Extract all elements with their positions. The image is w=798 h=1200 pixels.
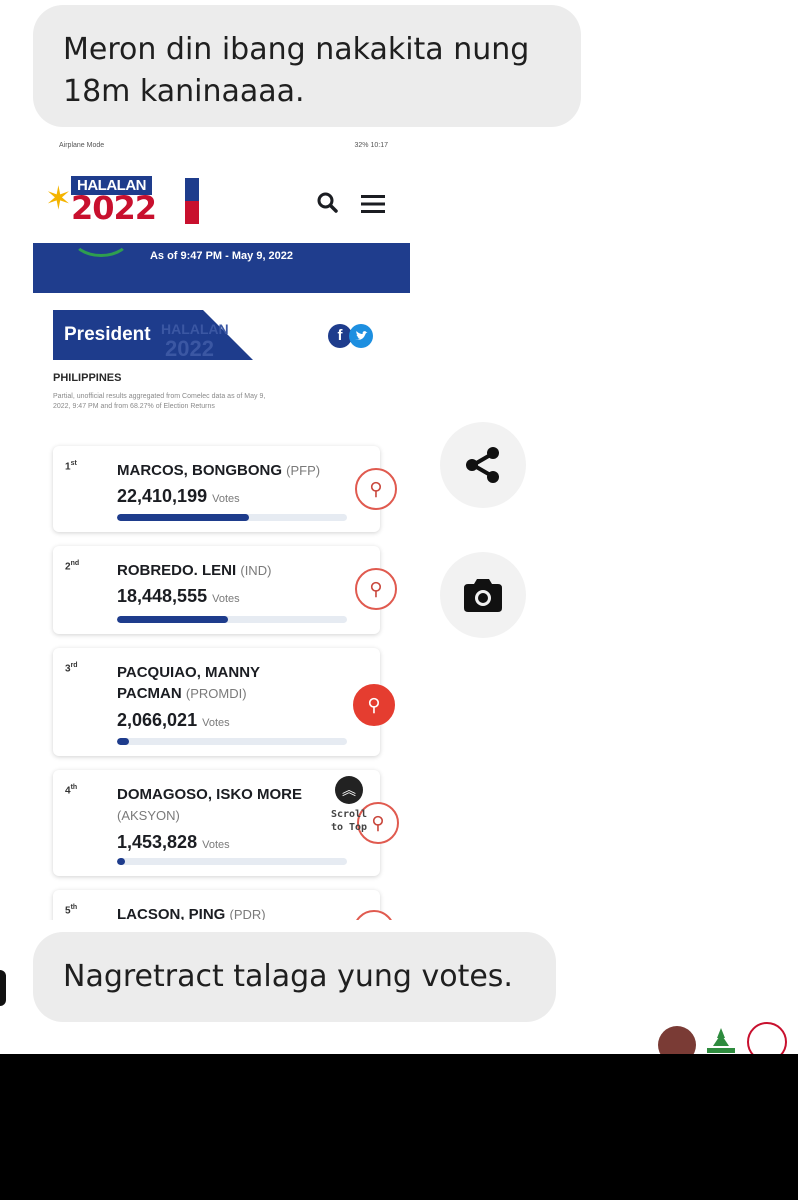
status-left: Airplane Mode <box>59 142 105 149</box>
watermark-year: 2022 <box>165 336 214 360</box>
candidate-card[interactable]: 3rd PACQUIAO, MANNY PACMAN (PROMDI) 2,066… <box>53 648 395 756</box>
double-chevron-up-icon: ︽ <box>335 776 363 804</box>
candidate-name: LACSON, PING (PDR) <box>117 904 357 920</box>
halalan-logo[interactable]: ✶ HALALAN 2022 <box>45 172 215 232</box>
embedded-screenshot: Airplane Mode 32% 10:17 ✶ HALALAN 2022 A… <box>33 130 410 920</box>
message-text: Meron din ibang nakakita nung 18m kanina… <box>63 32 530 109</box>
candidate-icon[interactable]: ⚲ <box>353 910 395 920</box>
vote-number: 22,410,199 <box>117 486 208 506</box>
rank-suffix: nd <box>70 560 80 567</box>
vote-bar-fill <box>117 738 129 745</box>
vote-number: 18,448,555 <box>117 586 208 606</box>
logo-icon <box>707 1028 735 1053</box>
candidate-name-text: LACSON, PING <box>117 906 226 920</box>
candidate-name-text: DOMAGOSO, ISKO MORE <box>117 786 303 803</box>
results-banner: As of 9:47 PM - May 9, 2022 <box>33 243 410 293</box>
rank-suffix: th <box>70 904 78 911</box>
as-of-timestamp: As of 9:47 PM - May 9, 2022 <box>149 250 294 262</box>
candidate-name-text: PACQUIAO, MANNY <box>117 664 261 681</box>
rank: 3rd <box>65 662 78 674</box>
vote-bar-fill <box>117 616 229 623</box>
candidate-name: DOMAGOSO, ISKO MORE (AKSYON) <box>117 784 357 826</box>
rank-suffix: st <box>70 460 77 467</box>
status-bar: Airplane Mode 32% 10:17 <box>33 130 410 160</box>
share-icon <box>466 447 499 483</box>
rank: 1st <box>65 460 77 472</box>
results-note: Partial, unofficial results aggregated f… <box>53 393 266 410</box>
vote-bar <box>117 738 347 745</box>
rank-suffix: th <box>70 784 78 791</box>
vote-count: 18,448,555 Votes <box>117 586 240 607</box>
rank: 4th <box>65 784 77 796</box>
sun-icon: ✶ <box>45 180 72 216</box>
screenshot-button[interactable] <box>440 552 526 638</box>
flag-icon <box>185 178 199 224</box>
president-header: HALALAN 2022 President f <box>53 310 389 360</box>
vote-number: 2,066,021 <box>117 710 198 730</box>
vote-count: 1,453,828 Votes <box>117 832 230 853</box>
votes-label: Votes <box>212 593 240 605</box>
message-text: Nagretract talaga yung votes. <box>63 959 513 994</box>
candidate-card[interactable]: 5th LACSON, PING (PDR) ⚲ <box>53 890 395 920</box>
status-right: 32% 10:17 <box>354 142 388 149</box>
twitter-icon[interactable] <box>349 324 373 348</box>
party: (AKSYON) <box>117 808 180 823</box>
candidate-card[interactable]: 1st MARCOS, BONGBONG (PFP) 22,410,199 Vo… <box>53 446 397 532</box>
candidate-card[interactable]: 2nd ROBREDO. LENI (IND) 18,448,555 Votes… <box>53 546 397 634</box>
share-button[interactable] <box>440 422 526 508</box>
vote-bar <box>117 616 347 623</box>
vote-bar <box>117 858 347 865</box>
rank: 2nd <box>65 560 79 572</box>
region-label: PHILIPPINES <box>53 372 122 384</box>
camera-icon <box>464 579 502 612</box>
message-bubble-second: Nagretract talaga yung votes. <box>33 932 556 1022</box>
party: (PDR) <box>229 907 266 920</box>
reaction-avatars[interactable] <box>655 1022 798 1064</box>
vote-bar <box>117 514 347 521</box>
candidate-name: ROBREDO. LENI (IND) <box>117 560 357 581</box>
vote-bar-fill <box>117 858 126 865</box>
section-title: President <box>64 324 151 345</box>
party: (PFP) <box>286 463 321 478</box>
scroll-to-top-button[interactable]: ︽ Scroll to Top <box>329 776 369 834</box>
candidate-icon[interactable]: ⚲ <box>355 568 397 610</box>
votes-label: Votes <box>212 493 240 505</box>
vote-bar-fill <box>117 514 250 521</box>
votes-label: Votes <box>202 717 230 729</box>
votes-label: Votes <box>202 839 230 851</box>
vote-count: 2,066,021 Votes <box>117 710 230 731</box>
candidate-name: MARCOS, BONGBONG (PFP) <box>117 460 357 481</box>
party: (IND) <box>240 563 272 578</box>
candidate-name-line2: PACMAN <box>117 685 182 702</box>
search-icon[interactable] <box>315 190 341 216</box>
black-bar <box>0 1054 798 1200</box>
hamburger-menu-icon[interactable] <box>359 190 387 218</box>
rank-suffix: rd <box>70 662 78 669</box>
candidate-icon[interactable]: ⚲ <box>353 684 395 726</box>
vote-number: 1,453,828 <box>117 832 198 852</box>
candidate-name: PACQUIAO, MANNY PACMAN (PROMDI) <box>117 662 357 704</box>
rank: 5th <box>65 904 77 916</box>
candidate-name-text: MARCOS, BONGBONG <box>117 462 282 479</box>
scroll-to-top-label: Scroll to Top <box>330 809 368 833</box>
watermark-top: HALALAN <box>161 321 229 337</box>
message-bubble-first: Meron din ibang nakakita nung 18m kanina… <box>33 5 581 127</box>
vote-count: 22,410,199 Votes <box>117 486 240 507</box>
candidate-icon[interactable]: ⚲ <box>355 468 397 510</box>
party: (PROMDI) <box>185 686 247 701</box>
candidate-name-text: ROBREDO. LENI <box>117 562 237 579</box>
avatar-edge <box>0 970 6 1006</box>
